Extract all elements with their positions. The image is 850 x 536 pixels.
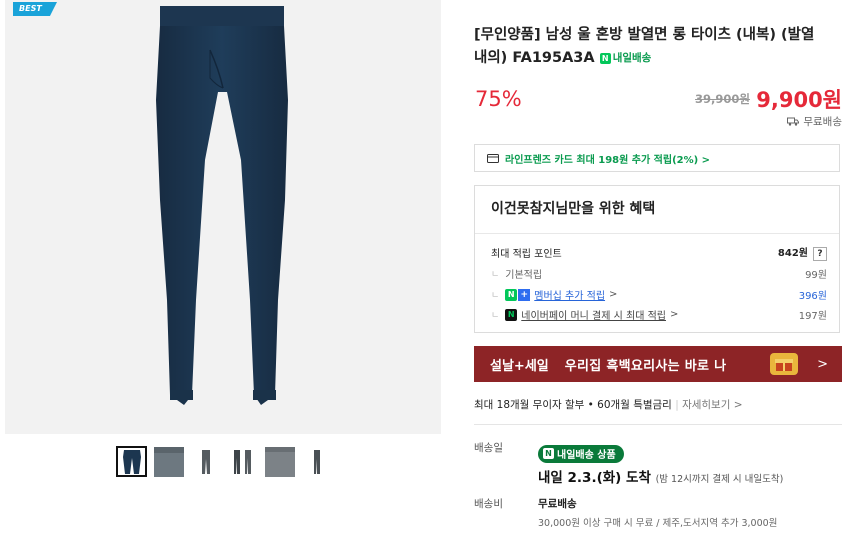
arrival-note: (밤 12시까지 결제 시 내일도착) (655, 474, 784, 485)
truck-icon (787, 117, 800, 126)
free-shipping: 무료배송 (787, 114, 842, 129)
delivery-date-label: 배송일 (474, 442, 503, 454)
max-points-value: 842원? (778, 244, 827, 261)
naverpay-link[interactable]: 네이버페이 머니 결제 시 최대 적립 (521, 307, 666, 322)
product-title: [무인양품] 남성 울 혼방 발열면 롱 타이츠 (내복) (발열 내의) FA… (474, 24, 842, 70)
delivery-pill: N 내일배송 상품 (538, 441, 624, 463)
long-tights-image (156, 6, 288, 405)
max-points-row: 최대 적립 포인트 842원? (491, 244, 827, 261)
thumbnail-3[interactable] (190, 446, 221, 477)
title-line1: [무인양품] 남성 울 혼방 발열면 롱 타이츠 (내복) (발열 (474, 27, 815, 43)
installment-info: 최대 18개월 무이자 할부 • 60개월 특별금리 | 자세히보기 > (474, 399, 743, 411)
gift-emblem-icon (770, 353, 799, 375)
title-line2: 내의) FA195A3A (474, 50, 595, 66)
thumbnail-5[interactable] (264, 446, 295, 477)
naver-n-icon: N (505, 288, 518, 301)
card-offer[interactable]: 라인프렌즈 카드 최대 198원 추가 적립(2%) > (474, 144, 840, 172)
thumbnail-6[interactable] (301, 446, 332, 477)
pants-pair-icon (233, 449, 251, 474)
naver-n-icon: N (543, 448, 554, 459)
basic-points-row: ㄴ 기본적립 99원 (491, 266, 827, 281)
discount-rate: 75% (475, 87, 522, 111)
delivery-badge: N 내일배송 (599, 47, 651, 70)
promo-banner[interactable]: 설날+세일 우리집 흑백요리사는 바로 나 > (474, 346, 842, 382)
product-gallery: BEST (0, 0, 441, 536)
pants-front-icon (122, 449, 141, 474)
benefit-title: 이건못참지님만을 위한 혜택 (475, 186, 839, 234)
naver-n-icon: N (599, 53, 611, 64)
pants-side-icon (313, 449, 320, 474)
banner-text: 우리집 흑백요리사는 바로 나 (564, 358, 727, 374)
benefit-box: 이건못참지님만을 위한 혜택 최대 적립 포인트 842원? ㄴ 기본적립 99원… (474, 185, 840, 333)
plus-icon: + (518, 288, 531, 301)
membership-link[interactable]: 멤버십 추가 적립 (534, 287, 605, 302)
thumbnail-2[interactable] (153, 446, 184, 477)
fabric-closeup-icon (153, 446, 184, 477)
original-price: 39,900원 (695, 92, 750, 106)
card-offer-text: 라인프렌즈 카드 최대 198원 추가 적립(2%) > (505, 154, 711, 166)
thumbnail-4[interactable] (227, 446, 258, 477)
best-badge: BEST (13, 2, 57, 16)
fabric-grey-icon (264, 446, 295, 477)
installment-text: 최대 18개월 무이자 할부 • 60개월 특별금리 (474, 399, 672, 411)
divider (474, 424, 842, 425)
arrival-date: 내일 2.3.(화) 도착 (밤 12시까지 결제 시 내일도착) (538, 470, 784, 486)
banner-arrow-icon: > (817, 356, 828, 372)
membership-points-value: 396원 (798, 291, 827, 302)
pay-points-value: 197원 (798, 311, 827, 322)
delivery-fee-note: 30,000원 이상 구매 시 무료 / 제주,도서지역 추가 3,000원 (538, 518, 778, 529)
pants-grey-icon (201, 449, 210, 474)
max-points-label: 최대 적립 포인트 (491, 249, 562, 260)
thumbnail-1[interactable] (116, 446, 147, 477)
pay-points-row: ㄴ N 네이버페이 머니 결제 시 최대 적립 > 197원 (491, 307, 827, 322)
naverpay-icon: N (505, 308, 518, 321)
banner-tag: 설날+세일 (490, 358, 549, 374)
sale-price: 9,900원 (756, 88, 842, 112)
delivery-fee-label: 배송비 (474, 498, 503, 510)
main-product-image[interactable]: BEST (5, 0, 441, 434)
membership-points-row: ㄴ N + 멤버십 추가 적립 > 396원 (491, 287, 827, 302)
delivery-fee-value: 무료배송 (538, 498, 577, 510)
basic-points-value: 99원 (805, 270, 827, 281)
credit-card-icon (487, 153, 499, 163)
installment-more-link[interactable]: 자세히보기 > (682, 399, 742, 411)
help-button[interactable]: ? (813, 247, 827, 261)
basic-points-label: 기본적립 (505, 270, 543, 281)
thumbnail-list (116, 446, 332, 477)
